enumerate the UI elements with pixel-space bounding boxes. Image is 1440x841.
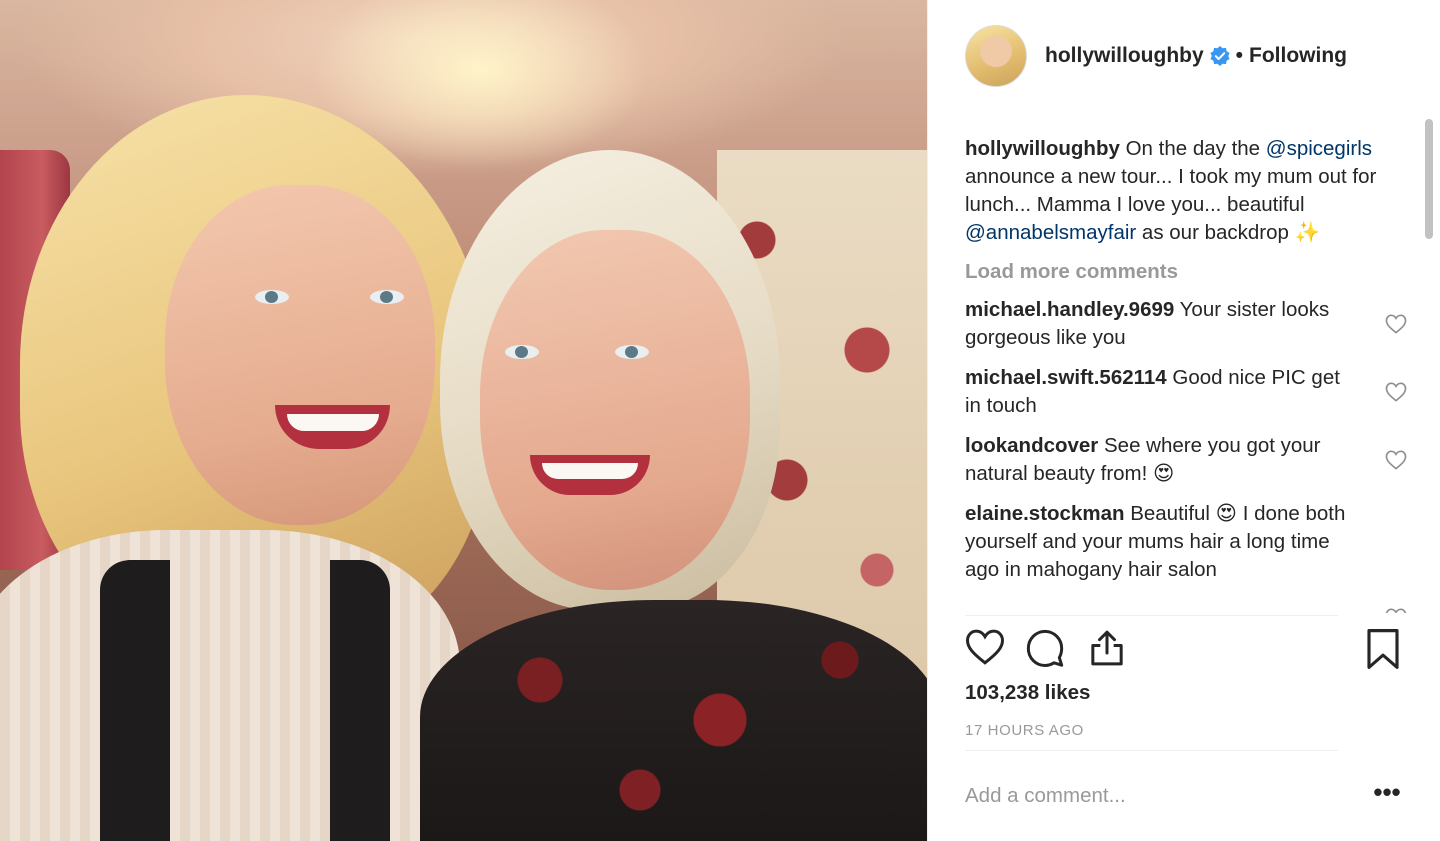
avatar[interactable] <box>965 25 1027 87</box>
heart-icon[interactable] <box>1385 314 1407 334</box>
divider <box>965 615 1338 616</box>
comment-username[interactable]: michael.handley.9699 <box>965 298 1174 321</box>
comment-username[interactable]: elaine.stockman <box>965 502 1125 525</box>
post-timestamp[interactable]: 17 HOURS AGO <box>965 722 1084 739</box>
comment-item: michael.swift.562114 Good nice PIC get i… <box>965 364 1413 420</box>
post-photo[interactable] <box>0 0 927 841</box>
scrollbar-thumb[interactable] <box>1425 119 1433 239</box>
following-button[interactable]: Following <box>1249 44 1347 68</box>
heart-icon[interactable] <box>1385 608 1407 613</box>
likes-count[interactable]: 103,238 likes <box>965 681 1090 705</box>
right-person-eye <box>505 345 539 359</box>
header-separator: • <box>1235 44 1244 67</box>
right-person-dress <box>420 600 927 841</box>
more-options-button[interactable]: ••• <box>1369 779 1405 808</box>
caption-text: as our backdrop ✨ <box>1136 221 1321 244</box>
right-person-eye <box>615 345 649 359</box>
right-person-face <box>480 230 750 590</box>
left-person-strap <box>100 560 390 841</box>
caption-username[interactable]: hollywilloughby <box>965 137 1120 160</box>
share-icon[interactable] <box>1087 628 1129 670</box>
add-comment-input[interactable] <box>965 780 1315 812</box>
heart-icon[interactable] <box>1385 450 1407 470</box>
verified-badge-icon <box>1210 46 1230 66</box>
caption-mention[interactable]: @annabelsmayfair <box>965 221 1136 244</box>
caption-text: announce a new tour... I took my mum out… <box>965 165 1377 216</box>
comment-username[interactable]: michael.swift.562114 <box>965 366 1167 389</box>
bookmark-icon[interactable] <box>1365 628 1407 670</box>
comment-item: michael.handley.9699 Your sister looks g… <box>965 296 1413 352</box>
left-person-face <box>165 185 435 525</box>
comment-item: elaine.stockman Beautiful 😍 I done both … <box>965 500 1413 613</box>
post-sidebar: hollywilloughby • Following hollywilloug… <box>927 0 1440 841</box>
caption-text: On the day the <box>1119 137 1266 160</box>
post-actions <box>965 628 1405 672</box>
comment-username[interactable]: lookandcover <box>965 434 1098 457</box>
header-username[interactable]: hollywilloughby <box>1045 44 1204 68</box>
load-more-comments-button[interactable]: Load more comments <box>965 260 1413 284</box>
heart-icon[interactable] <box>965 628 1007 670</box>
left-person-eye <box>255 290 289 304</box>
caption-mention[interactable]: @spicegirls <box>1266 137 1372 160</box>
instagram-post-frame: hollywilloughby • Following hollywilloug… <box>0 0 1440 841</box>
post-caption: hollywilloughby On the day the @spicegir… <box>965 135 1413 247</box>
heart-icon[interactable] <box>1385 382 1407 402</box>
post-header: hollywilloughby • Following <box>928 0 1440 112</box>
comments-list[interactable]: hollywilloughby On the day the @spicegir… <box>965 117 1413 613</box>
left-person-eye <box>370 290 404 304</box>
divider <box>965 750 1338 751</box>
comment-item: lookandcover See where you got your natu… <box>965 432 1413 488</box>
comments-scrollbar[interactable] <box>1422 117 1436 613</box>
comment-icon[interactable] <box>1025 628 1067 670</box>
